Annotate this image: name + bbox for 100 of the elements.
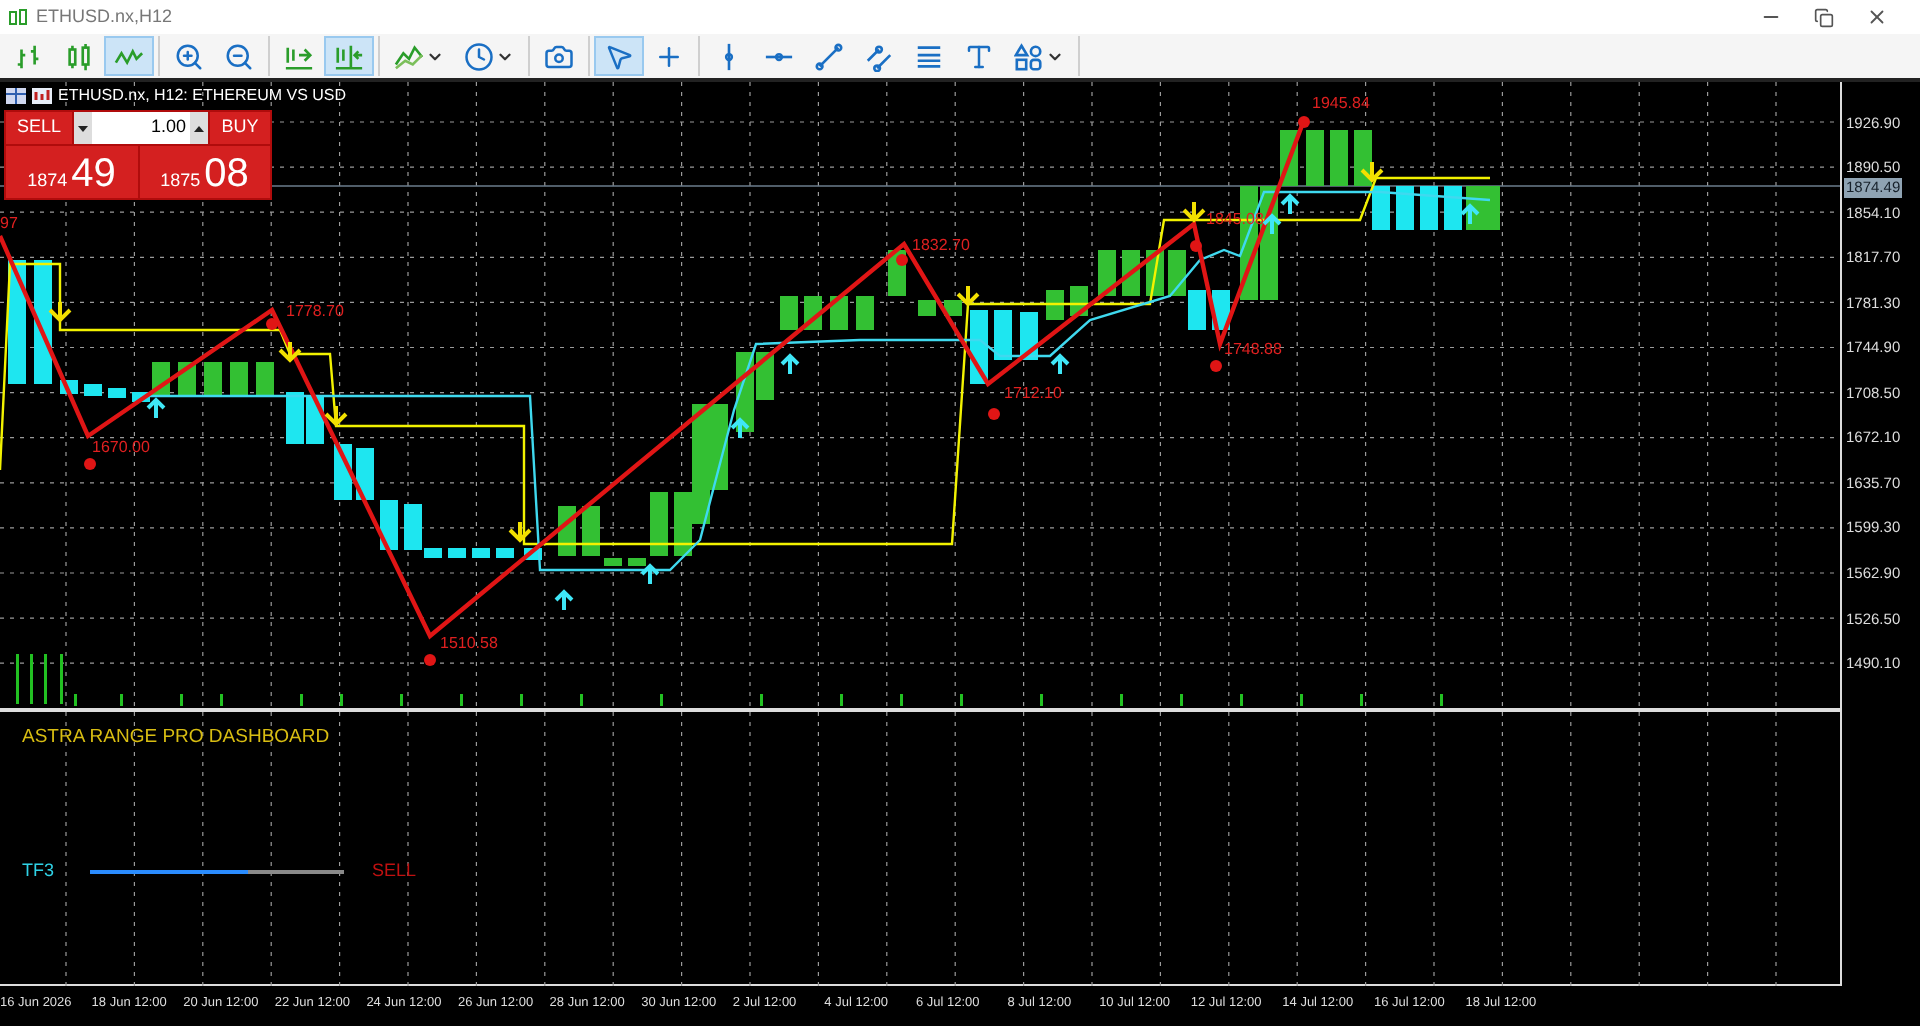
range-bar bbox=[230, 362, 248, 396]
buy-button[interactable]: BUY bbox=[210, 112, 270, 144]
down-arrow-icon bbox=[324, 404, 348, 427]
fibonacci-icon bbox=[914, 41, 944, 71]
range-bar bbox=[918, 300, 936, 316]
candle-chart-icon bbox=[64, 41, 94, 71]
range-bar bbox=[356, 448, 374, 500]
range-bar bbox=[780, 296, 798, 330]
signal-label: SELL bbox=[372, 858, 417, 885]
down-arrow-icon bbox=[956, 284, 980, 307]
chart-icon bbox=[32, 88, 52, 104]
close-icon[interactable] bbox=[1866, 6, 1888, 28]
range-bar bbox=[944, 300, 962, 316]
range-bar bbox=[84, 384, 102, 396]
indicators-icon bbox=[394, 41, 424, 71]
range-bar bbox=[448, 548, 466, 558]
bar-chart-icon bbox=[14, 41, 44, 71]
range-bar bbox=[1188, 290, 1206, 330]
decrease-icon[interactable] bbox=[74, 112, 92, 144]
price-figure: 1875 bbox=[160, 172, 201, 190]
range-bar bbox=[628, 558, 646, 566]
range-bar bbox=[256, 362, 274, 396]
clock-icon bbox=[464, 41, 494, 71]
range-bar bbox=[1444, 186, 1462, 230]
zigzag-price-label: 1748.88 bbox=[1224, 342, 1282, 358]
channel-icon bbox=[864, 41, 894, 71]
restore-icon[interactable] bbox=[1814, 7, 1834, 27]
range-bar bbox=[496, 548, 514, 558]
pivot-dot bbox=[988, 408, 1000, 420]
range-bar bbox=[582, 506, 600, 556]
pivot-dot bbox=[896, 254, 908, 266]
screenshot-icon bbox=[544, 41, 574, 71]
range-bar bbox=[1396, 186, 1414, 230]
crosshair-icon bbox=[654, 41, 684, 71]
range-bar bbox=[1372, 186, 1390, 230]
range-bar bbox=[650, 492, 668, 556]
volume-field[interactable]: 1.00 bbox=[74, 112, 208, 144]
window-title: ETHUSD.nx,H12 bbox=[36, 3, 173, 30]
range-bar bbox=[604, 558, 622, 566]
range-bar bbox=[1482, 186, 1500, 230]
pivot-dot bbox=[424, 654, 436, 666]
range-bar bbox=[1420, 186, 1438, 230]
up-arrow-icon bbox=[730, 417, 750, 440]
range-bar bbox=[204, 362, 222, 396]
cursor-icon bbox=[604, 41, 634, 71]
cursor-button[interactable] bbox=[594, 36, 644, 76]
down-arrow-icon bbox=[278, 340, 302, 363]
price-pips: 49 bbox=[71, 154, 116, 194]
range-bar bbox=[1354, 130, 1372, 186]
auto-scroll-icon bbox=[334, 41, 364, 71]
price-pips: 08 bbox=[204, 154, 249, 194]
up-arrow-icon bbox=[554, 589, 574, 612]
pivot-dot bbox=[266, 318, 278, 330]
zoom-out-icon bbox=[224, 41, 254, 71]
up-arrow-icon bbox=[780, 353, 800, 376]
down-arrow-icon bbox=[1182, 200, 1206, 223]
timeframe-label: TF3 bbox=[22, 858, 57, 885]
range-bar bbox=[1168, 250, 1186, 296]
range-bar bbox=[994, 310, 1012, 360]
range-bar bbox=[108, 388, 126, 398]
trend-line-icon bbox=[814, 41, 844, 71]
pivot-dot bbox=[1190, 240, 1202, 252]
volume-value: 1.00 bbox=[148, 114, 188, 141]
candle-app-icon bbox=[8, 7, 28, 27]
up-arrow-icon bbox=[1050, 353, 1070, 376]
range-bar bbox=[1330, 130, 1348, 186]
zigzag-price-label: 1778.70 bbox=[286, 304, 344, 320]
up-arrow-icon bbox=[640, 563, 660, 586]
increase-icon[interactable] bbox=[190, 112, 208, 144]
range-bar bbox=[380, 500, 398, 550]
zigzag-price-label: 1712.10 bbox=[1004, 386, 1062, 402]
shapes-icon bbox=[1014, 41, 1044, 71]
range-bar bbox=[856, 296, 874, 330]
up-arrow-icon bbox=[1460, 203, 1480, 226]
dashboard-title: ASTRA RANGE PRO DASHBOARD bbox=[22, 724, 332, 752]
down-arrow-icon bbox=[48, 300, 72, 323]
buy-price[interactable]: 1875 08 bbox=[139, 146, 270, 198]
price-figure: 1874 bbox=[27, 172, 68, 190]
pivot-dot bbox=[1298, 116, 1310, 128]
pivot-dot bbox=[84, 458, 96, 470]
range-bar bbox=[710, 404, 728, 490]
zoom-in-icon bbox=[174, 41, 204, 71]
range-bar bbox=[286, 392, 304, 444]
sell-price[interactable]: 1874 49 bbox=[6, 146, 137, 198]
chart-header: ETHUSD.nx, H12: ETHEREUM VS USD bbox=[58, 84, 347, 108]
range-bar bbox=[1098, 250, 1116, 296]
text-tool-icon bbox=[964, 41, 994, 71]
zigzag-price-label: 1670.00 bbox=[92, 440, 150, 456]
auto-scroll-button[interactable] bbox=[324, 36, 374, 76]
pivot-dot bbox=[1210, 360, 1222, 372]
up-arrow-icon bbox=[146, 397, 166, 420]
line-chart-button[interactable] bbox=[104, 36, 154, 76]
down-arrow-icon bbox=[508, 520, 532, 543]
up-arrow-icon bbox=[1280, 193, 1300, 216]
sell-button[interactable]: SELL bbox=[6, 112, 72, 144]
zigzag-price-label: 1832.70 bbox=[912, 238, 970, 254]
range-bar bbox=[472, 548, 490, 558]
zigzag-price-label: 1945.84 bbox=[1312, 96, 1370, 112]
down-arrow-icon bbox=[1360, 160, 1384, 183]
range-bar bbox=[1306, 130, 1324, 186]
